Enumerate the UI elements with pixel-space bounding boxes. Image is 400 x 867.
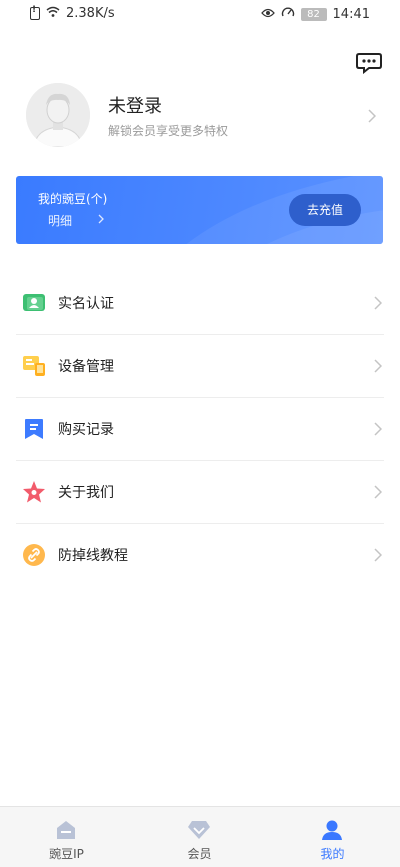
diamond-icon (187, 819, 211, 841)
menu-label: 关于我们 (58, 485, 114, 501)
status-left: 2.38K/s (30, 5, 115, 21)
chevron-right-icon (374, 484, 383, 503)
clock: 14:41 (332, 6, 370, 22)
person-icon (320, 819, 344, 841)
device-icon (22, 354, 46, 378)
link-icon (22, 543, 46, 567)
chevron-right-icon[interactable] (368, 108, 377, 127)
battery-indicator: 82 (300, 7, 327, 21)
speedometer-icon (281, 6, 295, 22)
beans-title: 我的豌豆(个) (38, 192, 108, 206)
eye-icon (260, 7, 275, 22)
tab-label: 豌豆IP (49, 847, 84, 861)
menu-label: 实名认证 (58, 296, 114, 312)
menu-label: 防掉线教程 (58, 548, 128, 564)
beans-card: 我的豌豆(个) 明细 去充值 (16, 176, 383, 244)
wifi-icon (46, 6, 60, 21)
tab-label: 会员 (187, 847, 212, 861)
chevron-right-icon (374, 358, 383, 377)
chevron-right-icon (374, 547, 383, 566)
id-card-icon (22, 291, 46, 315)
star-icon (22, 480, 46, 504)
home-icon (54, 819, 78, 841)
status-right: 82 14:41 (260, 6, 370, 22)
beans-detail-link[interactable]: 明细 (48, 212, 72, 229)
status-bar: 2.38K/s 82 14:41 (0, 0, 400, 28)
profile-name[interactable]: 未登录 (108, 92, 162, 118)
chevron-right-icon[interactable] (98, 213, 104, 227)
menu-item-device-management[interactable]: 设备管理 (16, 335, 384, 398)
chevron-right-icon (374, 421, 383, 440)
menu-item-purchase-history[interactable]: 购买记录 (16, 398, 384, 461)
tab-label: 我的 (320, 847, 345, 861)
menu-label: 设备管理 (58, 359, 114, 375)
sim-icon (30, 5, 40, 20)
avatar[interactable] (26, 83, 90, 147)
tab-mine[interactable]: 我的 (266, 807, 399, 867)
message-icon[interactable] (356, 52, 382, 75)
menu-item-about-us[interactable]: 关于我们 (16, 461, 384, 524)
tab-membership[interactable]: 会员 (133, 807, 266, 867)
tab-home[interactable]: 豌豆IP (0, 807, 133, 867)
bookmark-icon (22, 417, 46, 441)
profile-subtitle: 解锁会员享受更多特权 (108, 124, 229, 138)
bottom-tab-bar: 豌豆IP 会员 我的 (0, 806, 400, 867)
settings-menu: 实名认证 设备管理 购买记录 关于我们 防掉线教程 (16, 272, 384, 586)
chevron-right-icon (374, 295, 383, 314)
network-speed: 2.38K/s (66, 6, 115, 21)
menu-label: 购买记录 (58, 422, 114, 438)
menu-item-anti-disconnect-guide[interactable]: 防掉线教程 (16, 524, 384, 586)
recharge-button[interactable]: 去充值 (289, 194, 361, 226)
menu-item-real-name[interactable]: 实名认证 (16, 272, 384, 335)
